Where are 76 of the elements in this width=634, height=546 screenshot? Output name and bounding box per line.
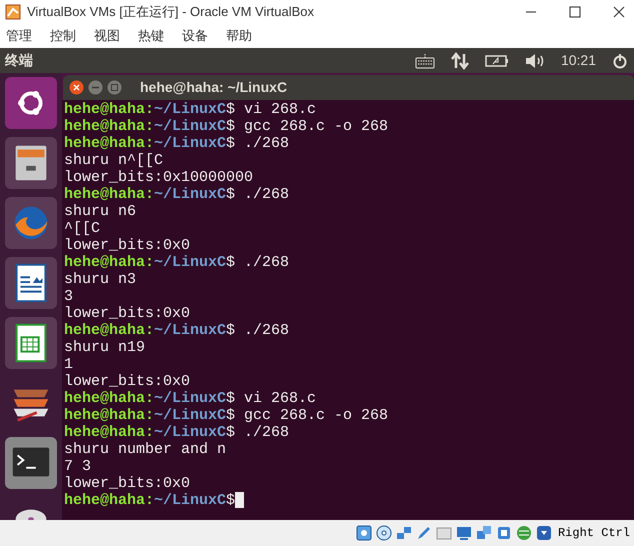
command-text: $ ./268 <box>226 424 290 441</box>
display-icon[interactable] <box>456 525 472 541</box>
ubuntu-logo-icon[interactable] <box>5 77 57 129</box>
menu-item[interactable]: 帮助 <box>226 26 252 46</box>
windows-icon[interactable] <box>476 525 492 541</box>
maximize-icon[interactable] <box>568 5 582 19</box>
volume-icon[interactable] <box>524 52 545 68</box>
command-text: $ vi 268.c <box>226 390 316 407</box>
prompt-user: hehe@haha: <box>64 407 154 424</box>
pen-icon[interactable] <box>416 525 432 541</box>
app-name: 终端 <box>5 51 33 70</box>
terminal-icon[interactable] <box>5 437 57 489</box>
power-icon[interactable] <box>612 52 628 68</box>
keyboard-icon[interactable] <box>414 52 435 68</box>
prompt-path: ~/LinuxC <box>154 135 226 152</box>
menu-item[interactable]: 热键 <box>138 26 164 46</box>
close-icon[interactable] <box>612 5 626 19</box>
output-line: 3 <box>64 288 74 305</box>
close-icon[interactable] <box>69 80 84 95</box>
menu-item[interactable]: 管理 <box>6 26 32 46</box>
output-line: 7 3 <box>64 458 92 475</box>
output-line: 1 <box>64 356 74 373</box>
prompt-user: hehe@haha: <box>64 186 154 203</box>
command-text: $ ./268 <box>226 135 290 152</box>
output-line: lower_bits:0x0 <box>64 305 190 322</box>
output-line: lower_bits:0x0 <box>64 373 190 390</box>
prompt-path: ~/LinuxC <box>154 424 226 441</box>
prompt-user: hehe@haha: <box>64 492 154 509</box>
document-icon[interactable] <box>5 257 57 309</box>
prompt-user: hehe@haha: <box>64 101 154 118</box>
prompt-path: ~/LinuxC <box>154 186 226 203</box>
network-icon[interactable] <box>396 525 412 541</box>
command-text: $ gcc 268.c -o 268 <box>226 118 388 135</box>
output-line: shuru n19 <box>64 339 146 356</box>
command-text: $ <box>226 492 236 509</box>
command-text: $ gcc 268.c -o 268 <box>226 407 388 424</box>
prompt-user: hehe@haha: <box>64 390 154 407</box>
prompt-user: hehe@haha: <box>64 424 154 441</box>
prompt-path: ~/LinuxC <box>154 254 226 271</box>
output-line: lower_bits:0x0 <box>64 237 190 254</box>
prompt-path: ~/LinuxC <box>154 322 226 339</box>
output-line: lower_bits:0x10000000 <box>64 169 254 186</box>
terminal-title: hehe@haha: ~/LinuxC <box>140 78 288 97</box>
output-line: shuru number and n <box>64 441 226 458</box>
prompt-path: ~/LinuxC <box>154 390 226 407</box>
output-line: shuru n3 <box>64 271 136 288</box>
output-line: shuru n6 <box>64 203 136 220</box>
menu-item[interactable]: 设备 <box>182 26 208 46</box>
window-title: VirtualBox VMs [正在运行] - Oracle VM VirtualBox <box>27 3 314 22</box>
command-text: $ ./268 <box>226 254 290 271</box>
cursor <box>235 492 244 508</box>
prompt-path: ~/LinuxC <box>154 118 226 135</box>
clock[interactable]: 10:21 <box>560 50 596 71</box>
output-line: ^[[C <box>64 220 100 237</box>
command-text: $ vi 268.c <box>226 101 316 118</box>
prompt-user: hehe@haha: <box>64 118 154 135</box>
command-text: $ ./268 <box>226 322 290 339</box>
prompt-user: hehe@haha: <box>64 135 154 152</box>
network-arrows-icon[interactable] <box>450 52 469 70</box>
menu-item[interactable]: 控制 <box>50 26 76 46</box>
prompt-user: hehe@haha: <box>64 254 154 271</box>
prompt-path: ~/LinuxC <box>154 407 226 424</box>
prompt-path: ~/LinuxC <box>154 101 226 118</box>
command-text: $ ./268 <box>226 186 290 203</box>
spreadsheet-icon[interactable] <box>5 317 57 369</box>
file-cabinet-icon[interactable] <box>5 137 57 189</box>
app-icon <box>5 4 21 20</box>
prompt-user: hehe@haha: <box>64 322 154 339</box>
output-line: lower_bits:0x0 <box>64 475 190 492</box>
host-key-label: Right Ctrl <box>558 525 630 542</box>
output-line: shuru n^[[C <box>64 152 164 169</box>
battery-icon[interactable] <box>484 54 509 68</box>
menu-item[interactable]: 视图 <box>94 26 120 46</box>
firefox-icon[interactable] <box>5 197 57 249</box>
optical-disc-icon[interactable] <box>376 525 392 541</box>
prompt-path: ~/LinuxC <box>154 492 226 509</box>
